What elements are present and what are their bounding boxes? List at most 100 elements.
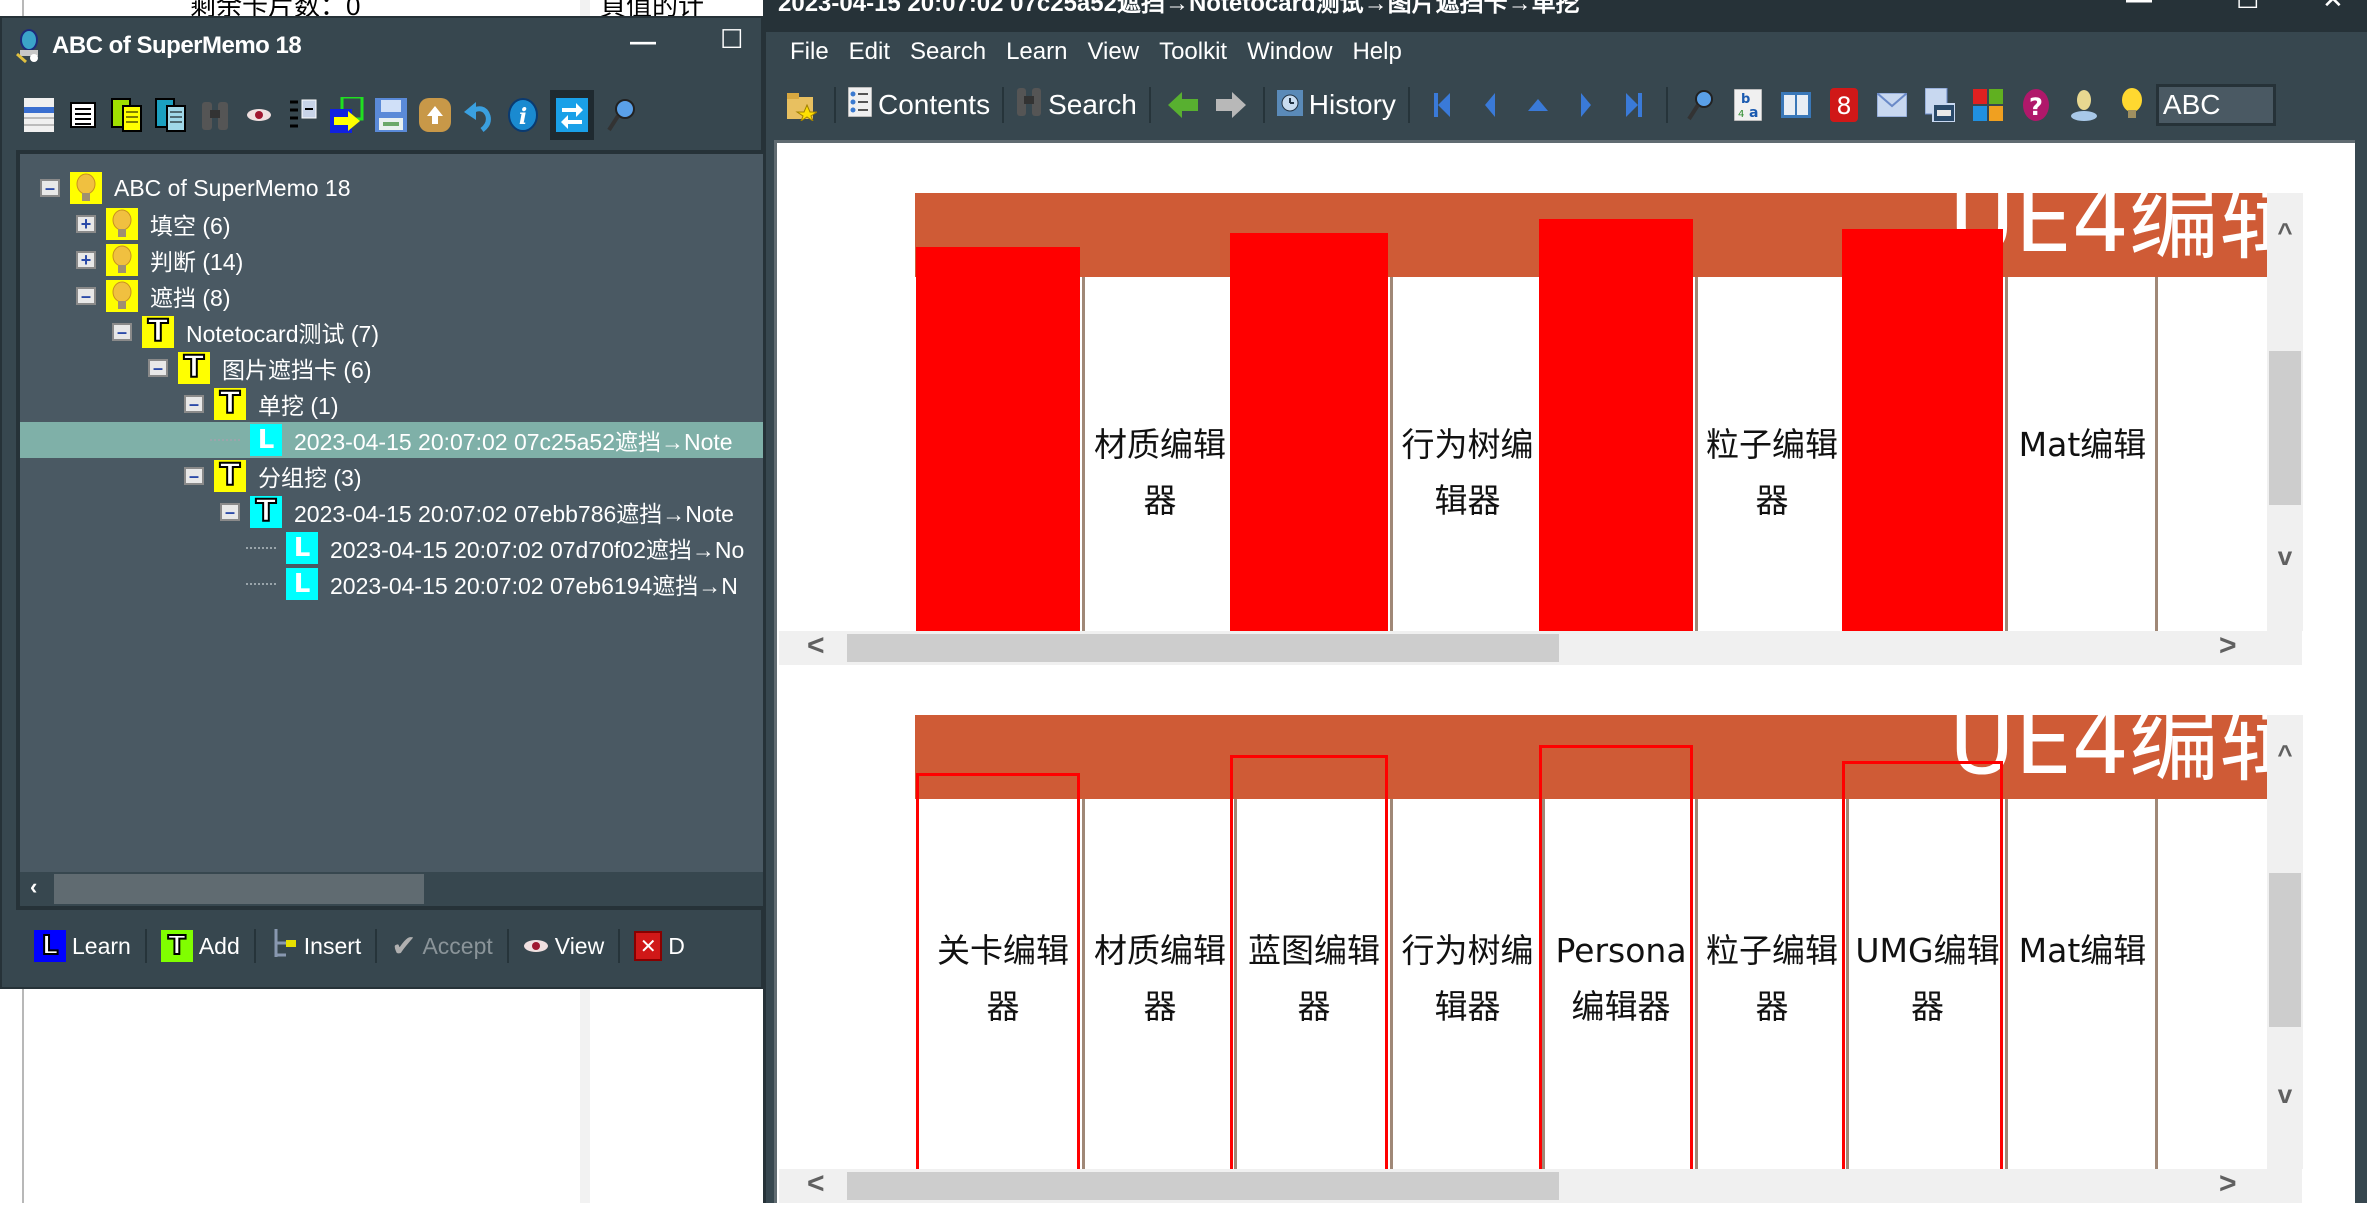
dictionary-icon[interactable]: ba4 bbox=[1731, 87, 1765, 123]
scroll-left-arrow[interactable]: < bbox=[807, 629, 825, 663]
scrollbar-thumb[interactable] bbox=[2269, 351, 2301, 505]
menu-search[interactable]: Search bbox=[900, 38, 996, 66]
scrollbar-thumb[interactable] bbox=[2269, 873, 2301, 1027]
undo-arrow-icon[interactable] bbox=[462, 97, 496, 133]
occlusion-mask-outline[interactable] bbox=[916, 773, 1080, 1169]
web-import-icon[interactable] bbox=[1923, 87, 1957, 123]
tree-row[interactable]: L 2023-04-15 20:07:02 07d70f02遮挡→No bbox=[20, 530, 744, 566]
contents-window-titlebar[interactable]: ABC of SuperMemo 18 — ☐ bbox=[2, 18, 761, 74]
image-vertical-scrollbar[interactable]: ^ v bbox=[2267, 193, 2303, 631]
contents-button[interactable]: Contents bbox=[844, 86, 994, 124]
occlusion-mask[interactable] bbox=[1230, 233, 1388, 631]
previous-element-icon[interactable] bbox=[1473, 87, 1507, 123]
open-book-icon[interactable] bbox=[1779, 87, 1813, 123]
maximize-button[interactable]: ☐ bbox=[720, 24, 743, 55]
image-vertical-scrollbar[interactable]: ^ v bbox=[2267, 715, 2303, 1169]
blue-documents-icon[interactable] bbox=[154, 97, 188, 133]
text-search-input[interactable]: ABC bbox=[2155, 84, 2276, 126]
google-icon[interactable]: 8 bbox=[1827, 87, 1861, 123]
email-icon[interactable] bbox=[1875, 87, 1909, 123]
collapse-icon[interactable]: – bbox=[112, 323, 132, 341]
info-icon[interactable]: i bbox=[506, 97, 540, 133]
element-list-icon[interactable] bbox=[22, 97, 56, 133]
history-button[interactable]: History bbox=[1273, 88, 1400, 123]
minimize-button[interactable]: — bbox=[630, 26, 656, 57]
learn-button[interactable]: L Learn bbox=[20, 930, 145, 962]
scroll-right-arrow[interactable]: > bbox=[2219, 1167, 2237, 1201]
collapse-icon[interactable]: – bbox=[220, 503, 240, 521]
expand-icon[interactable]: + bbox=[76, 251, 96, 269]
tree-row[interactable]: + 判断 (14) bbox=[20, 242, 243, 278]
collapse-icon[interactable]: – bbox=[184, 467, 204, 485]
scroll-left-arrow[interactable]: < bbox=[807, 1167, 825, 1201]
yellow-documents-icon[interactable] bbox=[110, 97, 144, 133]
scroll-down-arrow[interactable]: v bbox=[2267, 1079, 2303, 1110]
menu-edit[interactable]: Edit bbox=[839, 38, 900, 66]
minimize-button[interactable]: — bbox=[2126, 0, 2152, 15]
occlusion-mask-outline[interactable] bbox=[1842, 761, 2003, 1169]
tree-row[interactable]: – T Notetocard测试 (7) bbox=[20, 314, 379, 350]
scroll-left-arrow[interactable]: ‹ bbox=[30, 874, 37, 900]
image-horizontal-scrollbar[interactable]: < > bbox=[779, 1167, 2302, 1203]
import-arrow-icon[interactable] bbox=[330, 97, 364, 133]
delete-button[interactable]: ✕ D bbox=[620, 930, 699, 962]
insert-button[interactable]: Insert bbox=[256, 929, 376, 962]
parent-element-icon[interactable] bbox=[1521, 87, 1555, 123]
last-element-icon[interactable] bbox=[1617, 87, 1651, 123]
scroll-right-arrow[interactable]: > bbox=[2219, 629, 2237, 663]
scrollbar-thumb[interactable] bbox=[847, 1172, 1559, 1200]
branch-icon[interactable] bbox=[286, 97, 320, 133]
close-button[interactable]: ✕ bbox=[2322, 0, 2344, 15]
scrollbar-thumb[interactable] bbox=[847, 634, 1559, 662]
magnifier-icon[interactable] bbox=[604, 97, 638, 133]
menu-view[interactable]: View bbox=[1077, 38, 1149, 66]
help-question-icon[interactable]: ? bbox=[2019, 87, 2053, 123]
occlusion-mask-outline[interactable] bbox=[1539, 745, 1693, 1169]
element-window-titlebar[interactable]: 2023-04-15 20:07:02 07c25a52遮挡→Notetocar… bbox=[766, 0, 2367, 32]
search-button[interactable]: Search bbox=[1012, 86, 1141, 125]
scroll-down-arrow[interactable]: v bbox=[2267, 541, 2303, 572]
menu-window[interactable]: Window bbox=[1237, 38, 1342, 66]
swap-arrows-icon[interactable] bbox=[550, 90, 594, 140]
binoculars-search-icon[interactable] bbox=[198, 97, 232, 133]
tree-horizontal-scrollbar[interactable]: ‹ bbox=[20, 872, 767, 906]
tree-row[interactable]: L 2023-04-15 20:07:02 07eb6194遮挡→N bbox=[20, 566, 738, 602]
first-element-icon[interactable] bbox=[1425, 87, 1459, 123]
save-floppy-icon[interactable] bbox=[374, 97, 408, 133]
maximize-button[interactable]: ☐ bbox=[2236, 0, 2259, 15]
tree-row[interactable]: – T 2023-04-15 20:07:02 07ebb786遮挡→Note bbox=[20, 494, 734, 530]
expand-icon[interactable]: + bbox=[76, 215, 96, 233]
collapse-icon[interactable]: – bbox=[184, 395, 204, 413]
open-folder-star-icon[interactable] bbox=[785, 87, 819, 123]
view-button[interactable]: View bbox=[509, 930, 618, 962]
forward-arrow-icon[interactable] bbox=[1214, 87, 1248, 123]
occlusion-mask-outline[interactable] bbox=[1230, 755, 1388, 1169]
menu-learn[interactable]: Learn bbox=[996, 38, 1077, 66]
lightbulb-icon[interactable] bbox=[2115, 87, 2149, 123]
accept-button[interactable]: ✔ Accept bbox=[377, 930, 506, 963]
tree-row[interactable]: – 遮挡 (8) bbox=[20, 278, 231, 314]
next-element-icon[interactable] bbox=[1569, 87, 1603, 123]
menu-help[interactable]: Help bbox=[1342, 38, 1411, 66]
magnifier-icon[interactable] bbox=[1683, 87, 1717, 123]
contents-list-icon[interactable] bbox=[66, 97, 100, 133]
eye-view-icon[interactable] bbox=[242, 97, 276, 133]
tree-row[interactable]: L 2023-04-15 20:07:02 07c25a52遮挡→Note bbox=[20, 422, 763, 458]
scroll-up-arrow[interactable]: ^ bbox=[2267, 217, 2303, 248]
occlusion-mask[interactable] bbox=[916, 247, 1080, 631]
occlusion-mask[interactable] bbox=[1539, 219, 1693, 631]
upload-home-icon[interactable] bbox=[418, 97, 452, 133]
menu-file[interactable]: File bbox=[780, 38, 839, 66]
menu-toolkit[interactable]: Toolkit bbox=[1149, 38, 1237, 66]
tree-row[interactable]: – T 分组挖 (3) bbox=[20, 458, 362, 494]
windows-logo-icon[interactable] bbox=[1971, 87, 2005, 123]
collapse-icon[interactable]: – bbox=[40, 179, 60, 197]
user-guide-icon[interactable] bbox=[2067, 87, 2101, 123]
collapse-icon[interactable]: – bbox=[148, 359, 168, 377]
back-arrow-icon[interactable] bbox=[1166, 87, 1200, 123]
tree-row[interactable]: + 填空 (6) bbox=[20, 206, 231, 242]
add-button[interactable]: T Add bbox=[147, 930, 254, 962]
tree-row[interactable]: – T 单挖 (1) bbox=[20, 386, 339, 422]
collapse-icon[interactable]: – bbox=[76, 287, 96, 305]
image-horizontal-scrollbar[interactable]: < > bbox=[779, 629, 2302, 665]
